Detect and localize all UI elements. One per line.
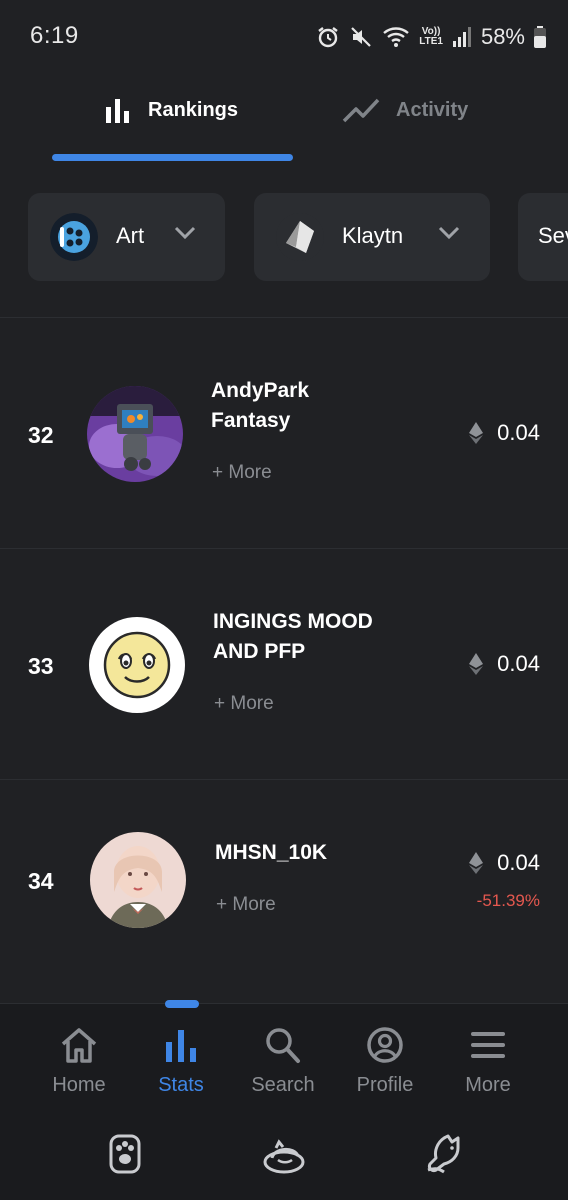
rank-number: 34: [28, 868, 54, 894]
price-value: 0.04: [497, 651, 540, 676]
status-bar: 6:19 Vo)) LTE1 58%: [0, 0, 568, 70]
tab-activity[interactable]: Activity: [342, 88, 468, 132]
mute-icon: [351, 27, 372, 47]
nav-home-label: Home: [52, 1074, 106, 1096]
period-dropdown[interactable]: Sev: [518, 193, 568, 281]
tab-rankings-label: Rankings: [148, 98, 239, 121]
nav-stats-label: Stats: [158, 1074, 204, 1096]
tab-active-indicator: [52, 154, 293, 161]
category-dropdown[interactable]: Art: [28, 193, 225, 281]
collection-name-line1: INGINGS MOOD: [213, 610, 373, 633]
collection-row[interactable]: 32 AndyPark Fantasy + More 0.04: [0, 318, 568, 548]
category-label: Art: [116, 223, 145, 248]
more-link[interactable]: + More: [212, 462, 272, 484]
search-icon: [266, 1028, 300, 1063]
cat-icon[interactable]: [424, 1132, 464, 1176]
nav-active-indicator: [165, 1000, 199, 1008]
more-link[interactable]: + More: [214, 693, 274, 715]
chain-label: Klaytn: [342, 223, 404, 248]
profile-icon: [367, 1027, 403, 1063]
collection-name-line2: AND PFP: [213, 640, 306, 663]
chain-dropdown[interactable]: Klaytn: [254, 193, 490, 281]
collection-avatar[interactable]: [90, 832, 186, 928]
collection-name-line1: MHSN_10K: [215, 841, 328, 864]
floor-price: 0.04: [469, 420, 540, 446]
alarm-icon: [318, 27, 338, 48]
rank-number: 33: [28, 653, 54, 679]
floor-price: 0.04: [469, 651, 540, 677]
price-change: -51.39%: [476, 891, 540, 910]
chevron-down-icon: [174, 226, 196, 240]
period-label: Sev: [538, 223, 568, 248]
wifi-icon: [383, 27, 410, 47]
collection-name-line2: Fantasy: [211, 409, 291, 432]
signal-icon: [452, 27, 471, 47]
nav-profile-label: Profile: [356, 1074, 414, 1096]
rank-number: 32: [28, 422, 54, 448]
collection-name[interactable]: MHSN_10K: [215, 838, 405, 868]
volte-indicator: Vo)) LTE1: [419, 27, 443, 47]
chevron-down-icon: [438, 226, 460, 240]
lte-label: LTE1: [419, 36, 443, 47]
nav-more-label: More: [465, 1074, 511, 1096]
ethereum-icon: [469, 422, 484, 444]
nav-search-label: Search: [251, 1074, 315, 1096]
collection-name-line1: AndyPark: [211, 379, 310, 402]
app-screen: 6:19 Vo)) LTE1 58% Rankings Activity Art…: [0, 0, 568, 1200]
ethereum-icon: [469, 852, 484, 874]
nav-home[interactable]: Home: [29, 1026, 129, 1116]
price-value: 0.04: [497, 420, 540, 445]
stats-icon: [166, 1030, 196, 1062]
collection-row[interactable]: 34 MHSN_10K + More 0.04 -51.39%: [0, 780, 568, 1000]
art-category-icon: [50, 213, 98, 261]
ethereum-icon: [469, 653, 484, 675]
trend-line-icon: [342, 98, 380, 123]
home-icon: [61, 1028, 97, 1063]
nav-stats[interactable]: Stats: [131, 1026, 231, 1116]
collection-name[interactable]: AndyPark Fantasy: [211, 376, 401, 436]
more-link[interactable]: + More: [216, 894, 276, 916]
battery-icon: [534, 26, 546, 48]
battery-percent: 58%: [480, 24, 525, 49]
system-shortcut-bar: [0, 1132, 568, 1182]
nav-more[interactable]: More: [438, 1026, 538, 1116]
bar-chart-icon: [106, 99, 129, 123]
status-icons: Vo)) LTE1 58%: [316, 20, 546, 54]
collection-name[interactable]: INGINGS MOOD AND PFP: [213, 607, 403, 667]
nav-search[interactable]: Search: [233, 1026, 333, 1116]
price-value: 0.04: [497, 850, 540, 875]
collection-row[interactable]: 33 INGINGS MOOD AND PFP + More 0.04: [0, 549, 568, 779]
floor-price: 0.04: [469, 850, 540, 876]
menu-icon: [471, 1032, 505, 1058]
collection-avatar[interactable]: [87, 386, 183, 482]
tab-activity-label: Activity: [396, 98, 469, 121]
bottom-nav: Home Stats Search Profile More: [0, 1000, 568, 1200]
cat-bed-icon[interactable]: [262, 1132, 306, 1176]
nav-profile[interactable]: Profile: [335, 1026, 435, 1116]
tab-rankings[interactable]: Rankings: [104, 88, 238, 132]
klaytn-logo-icon: [276, 213, 324, 261]
paw-icon[interactable]: [106, 1132, 144, 1176]
tab-bar: Rankings Activity: [0, 70, 568, 162]
filter-bar: Art Klaytn Sev: [0, 193, 568, 283]
collection-avatar[interactable]: [89, 617, 185, 713]
status-time: 6:19: [30, 22, 79, 49]
